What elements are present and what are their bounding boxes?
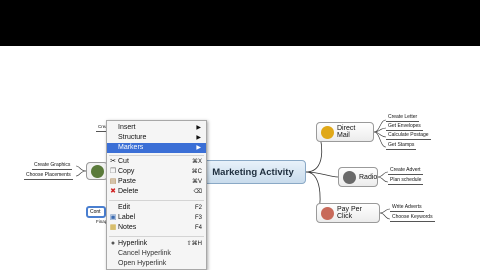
left-topic[interactable] <box>86 162 108 180</box>
submenu-arrow-icon: ▶ <box>196 145 201 151</box>
menu-item-markers[interactable]: Markers ▶ <box>107 143 206 153</box>
left-sub-choose-placements[interactable]: Choose Placements <box>24 172 73 180</box>
menu-item-hyperlink[interactable]: ● Hyperlink ⇧⌘H <box>107 239 206 249</box>
shortcut-edit: F2 <box>194 205 202 211</box>
radio-icon <box>343 170 356 184</box>
menu-item-structure-label: Structure <box>118 134 147 141</box>
menu-item-edit[interactable]: Edit F2 <box>107 203 206 213</box>
menu-item-notes-label: Notes <box>118 224 137 231</box>
pay-per-click-icon <box>321 206 334 220</box>
menu-item-notes[interactable]: ▦ Notes F4 <box>107 223 206 233</box>
sub-create-advert[interactable]: Create Advert <box>388 167 423 175</box>
menu-item-edit-label: Edit <box>118 204 131 211</box>
paste-icon: ▤ <box>109 178 117 185</box>
menu-item-label[interactable]: ▣ Label F3 <box>107 213 206 223</box>
hyperlink-icon: ● <box>110 240 116 247</box>
label-icon: ▣ <box>109 214 117 221</box>
topic-direct-mail[interactable]: Direct Mail <box>316 122 374 142</box>
sub-create-letter[interactable]: Create Letter <box>386 114 420 122</box>
menu-item-open-hyperlink-label: Open Hyperlink <box>118 260 167 267</box>
sub-write-adverts[interactable]: Write Adverts <box>390 204 424 212</box>
menu-item-cancel-hyperlink[interactable]: Cancel Hyperlink <box>107 249 206 259</box>
delete-icon: ✖ <box>110 188 116 195</box>
shortcut-notes: F4 <box>194 225 202 231</box>
sub-choose-keywords[interactable]: Choose Keywords <box>390 214 435 222</box>
menu-separator <box>109 155 204 156</box>
left-sub-create-graphics[interactable]: Create Graphics <box>32 162 73 170</box>
copy-icon: ❐ <box>109 168 117 175</box>
menu-item-label-label: Label <box>118 214 136 221</box>
menu-item-paste[interactable]: ▤ Paste ⌘V <box>107 177 206 187</box>
menu-separator <box>109 236 204 237</box>
menu-item-copy-label: Copy <box>118 168 135 175</box>
topic-pay-per-click-label: Pay Per Click <box>337 206 362 220</box>
topic-direct-mail-label: Direct Mail <box>337 125 356 139</box>
submenu-arrow-icon: ▶ <box>196 125 201 131</box>
sub-get-stamps[interactable]: Get Stamps <box>386 142 417 150</box>
sub-plan-schedule[interactable]: Plan schedule <box>388 177 424 185</box>
menu-separator <box>109 200 204 201</box>
notes-icon: ▦ <box>109 224 117 231</box>
scissors-icon: ✂ <box>110 158 116 165</box>
menu-item-markers-label: Markers <box>118 144 144 151</box>
shortcut-copy: ⌘C <box>191 169 202 175</box>
topic-radio-label: Radio <box>359 173 378 181</box>
topic-radio[interactable]: Radio <box>338 167 378 187</box>
menu-item-open-hyperlink[interactable]: Open Hyperlink <box>107 259 206 269</box>
menu-item-delete[interactable]: ✖ Delete ⌫ <box>107 187 206 197</box>
shortcut-delete: ⌫ <box>193 189 202 195</box>
selected-partial-topic[interactable]: Cont <box>86 206 106 218</box>
shortcut-cut: ⌘X <box>191 159 202 165</box>
menu-item-hyperlink-label: Hyperlink <box>118 240 148 247</box>
direct-mail-icon <box>321 125 334 139</box>
central-topic[interactable]: Marketing Activity <box>200 160 306 184</box>
menu-item-paste-label: Paste <box>118 178 136 185</box>
shortcut-hyperlink: ⇧⌘H <box>186 241 202 247</box>
left-topic-icon <box>91 165 104 178</box>
menu-item-insert[interactable]: Insert ▶ <box>107 123 206 133</box>
shortcut-paste: ⌘V <box>191 179 202 185</box>
topic-pay-per-click[interactable]: Pay Per Click <box>316 203 380 223</box>
menu-item-cut-label: Cut <box>118 158 129 165</box>
context-menu: Insert ▶ Structure ▶ Markers ▶ ✂ Cut ⌘X … <box>106 120 207 270</box>
menu-item-copy[interactable]: ❐ Copy ⌘C <box>107 167 206 177</box>
sub-get-envelopes[interactable]: Get Envelopes <box>386 123 423 131</box>
shortcut-label: F3 <box>194 215 202 221</box>
menu-item-insert-label: Insert <box>118 124 136 131</box>
menu-item-structure[interactable]: Structure ▶ <box>107 133 206 143</box>
menu-item-delete-label: Delete <box>118 188 139 195</box>
menu-item-cut[interactable]: ✂ Cut ⌘X <box>107 157 206 167</box>
menu-item-cancel-hyperlink-label: Cancel Hyperlink <box>118 250 171 257</box>
sub-calculate-postage[interactable]: Calculate Postage <box>386 132 431 140</box>
submenu-arrow-icon: ▶ <box>196 135 201 141</box>
